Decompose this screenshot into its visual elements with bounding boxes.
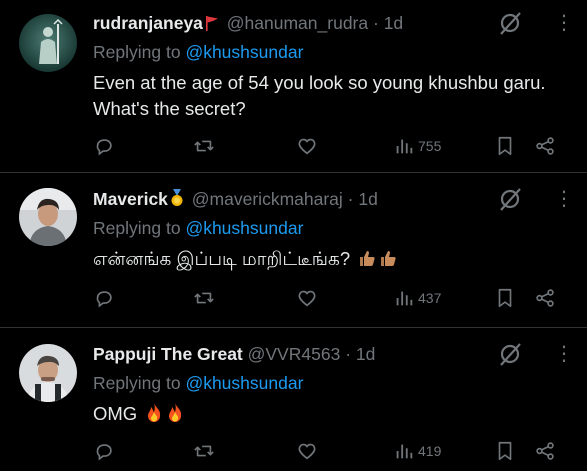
reply-tweet[interactable]: Pappuji The Great @VVR4563 · 1d ⋮ Replyi… — [0, 327, 587, 471]
bookmark-button[interactable] — [494, 287, 516, 309]
separator-dot: · — [372, 13, 379, 33]
share-button[interactable] — [534, 135, 556, 157]
display-name[interactable]: Maverick — [93, 189, 168, 209]
user-handle[interactable]: @maverickmaharaj — [192, 189, 343, 209]
replying-to: Replying to @khushsundar — [93, 216, 303, 240]
avatar[interactable] — [19, 14, 77, 72]
gold-medal-icon — [170, 189, 184, 213]
views-button[interactable]: 419 — [393, 440, 441, 462]
bookmark-button[interactable] — [494, 135, 516, 157]
retweet-icon — [194, 140, 214, 152]
replying-to: Replying to @khushsundar — [93, 40, 303, 64]
reply-tweet[interactable]: Maverick @maverickmaharaj · 1d ⋮ Replyin… — [0, 172, 587, 327]
like-button[interactable] — [296, 287, 318, 309]
grok-icon[interactable] — [496, 9, 524, 37]
retweet-button[interactable] — [193, 135, 215, 157]
views-count: 437 — [418, 290, 442, 306]
views-icon — [396, 291, 413, 306]
user-handle[interactable]: @VVR4563 — [248, 344, 341, 364]
share-button[interactable] — [534, 440, 556, 462]
heart-icon — [298, 290, 316, 307]
views-count: 755 — [418, 138, 442, 154]
separator-dot: · — [347, 189, 354, 209]
reply-button[interactable] — [93, 440, 115, 462]
bookmark-icon — [498, 136, 512, 156]
replying-to-label: Replying to — [93, 42, 181, 62]
display-name[interactable]: Pappuji The Great — [93, 344, 243, 364]
retweet-button[interactable] — [193, 287, 215, 309]
more-options-icon[interactable]: ⋮ — [554, 189, 574, 209]
grok-icon[interactable] — [496, 185, 524, 213]
reply-button[interactable] — [93, 135, 115, 157]
fire-emoji-icon — [145, 402, 163, 429]
timestamp[interactable]: 1d — [356, 344, 375, 364]
action-bar: 755 — [93, 135, 563, 159]
tweet-top-icons: ⋮ — [496, 9, 574, 37]
red-flag-icon — [205, 13, 219, 37]
reply-icon — [96, 444, 112, 461]
display-name[interactable]: rudranjaneya — [93, 13, 203, 33]
tweet-body: என்னங்க இப்படி மாறிட்டீங்க? — [93, 246, 575, 274]
thumbs-up-emoji-icon — [358, 248, 376, 274]
fire-emoji-icon — [166, 402, 184, 429]
tweet-body: OMG — [93, 401, 575, 429]
retweet-button[interactable] — [193, 440, 215, 462]
bookmark-icon — [498, 441, 512, 461]
mention-link[interactable]: @khushsundar — [185, 373, 303, 393]
bookmark-button[interactable] — [494, 440, 516, 462]
mention-link[interactable]: @khushsundar — [185, 42, 303, 62]
tweet-header: Maverick @maverickmaharaj · 1d — [93, 187, 507, 211]
reply-icon — [96, 291, 112, 308]
tweet-header: rudranjaneya @hanuman_rudra · 1d — [93, 11, 507, 35]
tweet-top-icons: ⋮ — [496, 185, 574, 213]
tweet-text: என்னங்க இப்படி மாறிட்டீங்க? — [93, 248, 351, 269]
views-icon — [396, 139, 413, 154]
views-icon — [396, 444, 413, 459]
share-icon — [536, 137, 554, 155]
heart-icon — [298, 443, 316, 460]
replying-to: Replying to @khushsundar — [93, 371, 303, 395]
user-handle[interactable]: @hanuman_rudra — [227, 13, 368, 33]
avatar[interactable] — [19, 188, 77, 246]
reply-tweet[interactable]: rudranjaneya @hanuman_rudra · 1d ⋮ Reply… — [0, 0, 587, 172]
action-bar: 437 — [93, 287, 563, 311]
timestamp[interactable]: 1d — [358, 189, 377, 209]
heart-icon — [298, 138, 316, 155]
retweet-icon — [194, 292, 214, 304]
share-icon — [536, 442, 554, 460]
avatar[interactable] — [19, 344, 77, 402]
reply-button[interactable] — [93, 287, 115, 309]
action-bar: 419 — [93, 440, 563, 464]
tweet-text: OMG — [93, 403, 138, 424]
more-options-icon[interactable]: ⋮ — [554, 13, 574, 33]
mention-link[interactable]: @khushsundar — [185, 218, 303, 238]
tweet-text: Even at the age of 54 you look so young … — [93, 72, 546, 119]
like-button[interactable] — [296, 440, 318, 462]
share-button[interactable] — [534, 287, 556, 309]
share-icon — [536, 289, 554, 307]
like-button[interactable] — [296, 135, 318, 157]
views-button[interactable]: 755 — [393, 135, 441, 157]
tweet-top-icons: ⋮ — [496, 340, 574, 368]
more-options-icon[interactable]: ⋮ — [554, 344, 574, 364]
thumbs-up-emoji-icon — [379, 248, 397, 274]
replying-to-label: Replying to — [93, 218, 181, 238]
separator-dot: · — [345, 344, 352, 364]
replying-to-label: Replying to — [93, 373, 181, 393]
retweet-icon — [194, 445, 214, 457]
views-button[interactable]: 437 — [393, 287, 441, 309]
bookmark-icon — [498, 288, 512, 308]
reply-icon — [96, 139, 112, 156]
views-count: 419 — [418, 443, 442, 459]
tweet-header: Pappuji The Great @VVR4563 · 1d — [93, 342, 507, 366]
timestamp[interactable]: 1d — [384, 13, 403, 33]
grok-icon[interactable] — [496, 340, 524, 368]
